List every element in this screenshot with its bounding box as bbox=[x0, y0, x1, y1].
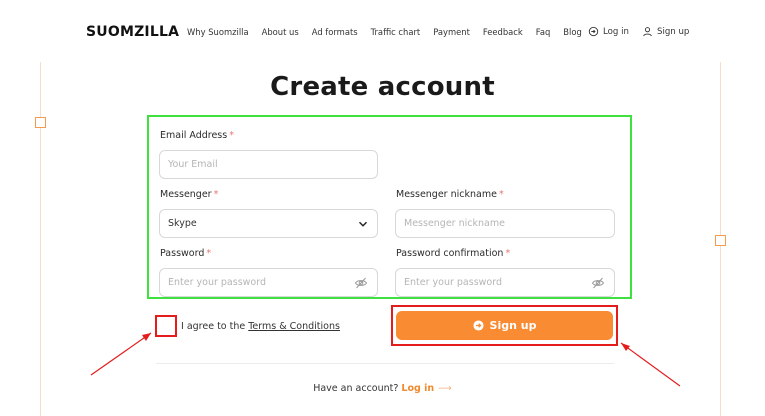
nickname-label: Messenger nickname * bbox=[396, 189, 504, 200]
email-label: Email Address * bbox=[160, 130, 234, 141]
messenger-value: Skype bbox=[168, 218, 197, 229]
password-placeholder: Enter your password bbox=[168, 277, 267, 288]
have-account-row: Have an account? Log in ⟶ bbox=[0, 383, 765, 394]
sign-up-button[interactable]: Sign up bbox=[396, 311, 613, 340]
site-header: SUOMZILLA Why Suomzilla About us Ad form… bbox=[0, 0, 765, 62]
nav-item-why-suomzilla[interactable]: Why Suomzilla bbox=[187, 27, 249, 37]
terms-link[interactable]: Terms & Conditions bbox=[248, 321, 340, 332]
nav-item-blog[interactable]: Blog bbox=[563, 27, 582, 37]
messenger-label-text: Messenger bbox=[160, 189, 212, 200]
nav-item-faq[interactable]: Faq bbox=[536, 27, 551, 37]
decor-square-right bbox=[715, 235, 726, 246]
signup-link[interactable]: Sign up bbox=[642, 26, 689, 37]
nav-item-about-us[interactable]: About us bbox=[262, 27, 299, 37]
confirm-label: Password confirmation * bbox=[396, 248, 510, 259]
login-icon bbox=[588, 26, 599, 37]
nickname-field[interactable]: Messenger nickname bbox=[395, 209, 615, 238]
annotation-arrow-left bbox=[90, 332, 152, 376]
agree-label: I agree to the bbox=[181, 320, 246, 332]
main-nav: Why Suomzilla About us Ad formats Traffi… bbox=[187, 27, 595, 37]
nav-item-traffic-chart[interactable]: Traffic chart bbox=[371, 27, 421, 37]
chevron-down-icon bbox=[358, 221, 368, 227]
arrow-right-icon: ⟶ bbox=[438, 383, 452, 394]
messenger-select[interactable]: Skype bbox=[159, 209, 378, 238]
required-mark: * bbox=[498, 189, 504, 200]
required-mark: * bbox=[213, 189, 219, 200]
decor-square-left bbox=[35, 117, 46, 128]
password-confirmation-field[interactable]: Enter your password bbox=[395, 268, 615, 297]
divider bbox=[156, 363, 614, 364]
required-mark: * bbox=[206, 248, 212, 259]
nickname-label-text: Messenger nickname bbox=[396, 189, 497, 200]
email-label-text: Email Address bbox=[160, 130, 228, 141]
terms-text: I agree to the Terms & Conditions bbox=[181, 321, 340, 332]
eye-off-icon[interactable] bbox=[354, 276, 368, 290]
messenger-label: Messenger * bbox=[160, 189, 218, 200]
password-field[interactable]: Enter your password bbox=[159, 268, 378, 297]
password-label: Password * bbox=[160, 248, 211, 259]
email-placeholder: Your Email bbox=[168, 159, 218, 170]
brand-logo[interactable]: SUOMZILLA bbox=[86, 24, 179, 40]
login-link[interactable]: Log in bbox=[588, 26, 629, 37]
nav-item-payment[interactable]: Payment bbox=[433, 27, 470, 37]
annotation-arrow-right bbox=[620, 342, 681, 387]
password-label-text: Password bbox=[160, 248, 205, 259]
email-field[interactable]: Your Email bbox=[159, 150, 378, 179]
footer-login-link[interactable]: Log in bbox=[401, 383, 434, 394]
sign-up-label: Sign up bbox=[489, 319, 537, 332]
have-account-text: Have an account? bbox=[313, 383, 399, 394]
confirm-label-text: Password confirmation bbox=[396, 248, 504, 259]
signup-label: Sign up bbox=[657, 26, 690, 37]
terms-agreement: I agree to the Terms & Conditions bbox=[155, 315, 340, 337]
user-icon bbox=[643, 27, 652, 37]
nav-item-ad-formats[interactable]: Ad formats bbox=[312, 27, 358, 37]
nav-item-feedback[interactable]: Feedback bbox=[483, 27, 523, 37]
confirm-placeholder: Enter your password bbox=[404, 277, 503, 288]
arrow-right-circle-icon bbox=[472, 320, 484, 331]
decor-line-left bbox=[40, 62, 41, 416]
required-mark: * bbox=[505, 248, 511, 259]
page-title: Create account bbox=[270, 72, 495, 102]
nickname-placeholder: Messenger nickname bbox=[404, 218, 505, 229]
eye-off-icon[interactable] bbox=[591, 276, 605, 290]
login-label: Log in bbox=[603, 26, 629, 37]
required-mark: * bbox=[229, 130, 234, 141]
terms-checkbox[interactable] bbox=[155, 315, 177, 337]
